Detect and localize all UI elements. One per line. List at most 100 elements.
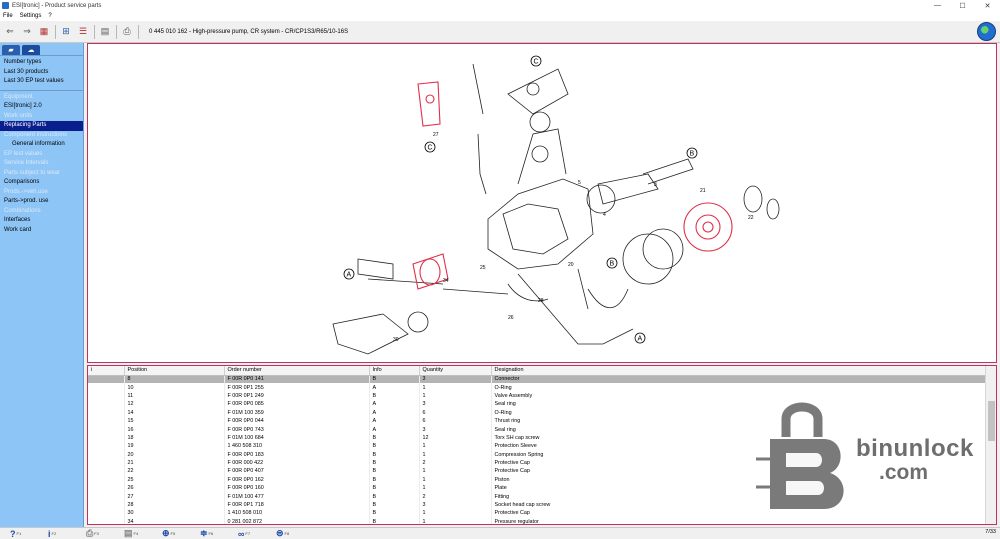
order-number-cell: F 00R 0P0 141	[224, 375, 370, 384]
order-number-cell: F 01M 100 359	[224, 408, 370, 417]
position-cell: 8	[124, 375, 225, 384]
parts-search-button[interactable]: ⊜ F8	[276, 528, 304, 539]
column-header-position[interactable]: Position	[124, 366, 225, 376]
info-cell: A	[369, 400, 420, 409]
position-cell: 11	[124, 391, 225, 401]
order-number-cell: F 00R 0P0 160	[224, 484, 370, 493]
quantity-cell: 3	[419, 375, 492, 384]
watermark-logo: binunlock .com	[756, 397, 996, 517]
maximize-button[interactable]: ☐	[950, 0, 975, 11]
part-number-label: 34	[443, 278, 449, 284]
column-header-info-icon[interactable]: i	[88, 366, 125, 376]
sidebar-item-component-instructions[interactable]: Component instructions	[0, 131, 83, 141]
row-info-cell	[88, 517, 125, 524]
notes-button[interactable]: ▤ F4	[124, 528, 152, 539]
components-tab-icon[interactable]: ☁	[22, 45, 40, 55]
quantity-cell: 12	[419, 433, 492, 443]
page-counter: 7/33	[985, 529, 996, 535]
binoculars-button[interactable]: ∞ F7	[238, 529, 266, 539]
part-number-label: 27	[433, 132, 439, 138]
quantity-cell: 1	[419, 484, 492, 493]
table-row[interactable]: 10 F 00R 0P1 255 A 1 O-Ring	[88, 383, 987, 392]
table-row[interactable]: 8F 00R 0P0 141 B 3 Connector	[88, 375, 987, 384]
row-info-cell	[88, 408, 125, 417]
list-view-icon[interactable]: ☰	[76, 25, 90, 39]
position-cell: 28	[124, 500, 225, 510]
order-number-cell: F 00R 0P1 249	[224, 391, 370, 401]
order-number-cell: F 00R 0P0 407	[224, 467, 370, 476]
sidebar-item-ep-test-values[interactable]: EP test values	[0, 150, 83, 160]
vehicle-tab-icon[interactable]: ▰	[2, 45, 20, 55]
forward-arrow-icon[interactable]: ⇒	[20, 25, 34, 39]
back-arrow-icon[interactable]: ⇐	[3, 25, 17, 39]
toolbar-separator	[138, 24, 139, 39]
callout-c-left: C	[428, 145, 433, 152]
globe-icon[interactable]	[977, 22, 996, 41]
order-number-cell: 1 410 508 010	[224, 509, 370, 518]
info-cell: B	[369, 509, 420, 518]
sidebar-item-comparisons[interactable]: Comparisons	[0, 178, 83, 188]
print-key-button[interactable]: ⎙ F3	[86, 528, 114, 539]
quantity-cell: 6	[419, 416, 492, 426]
order-number-cell: F 01M 100 477	[224, 492, 370, 501]
sidebar-item-prods-veh-use[interactable]: Prods.->veh.use	[0, 188, 83, 198]
menu-bar: File Settings ?	[0, 11, 1000, 21]
column-header-order-number[interactable]: Order number	[224, 366, 370, 376]
part-number-label: 5	[578, 180, 581, 186]
position-cell: 25	[124, 475, 225, 485]
quantity-cell: 1	[419, 442, 492, 451]
sidebar-item-general-information[interactable]: General information	[0, 140, 83, 150]
minimize-button[interactable]: —	[925, 0, 950, 11]
menu-file[interactable]: File	[3, 13, 13, 19]
sidebar-item-number-types[interactable]: Number types	[0, 58, 83, 68]
sidebar-item-work-card[interactable]: Work card	[0, 226, 83, 236]
sidebar-group: Number types Last 30 products Last 30 EP t…	[0, 55, 83, 90]
designation-cell: O-Ring	[491, 383, 987, 392]
column-header-quantity[interactable]: Quantity	[419, 366, 492, 376]
search-button[interactable]: ⊕ F5	[162, 528, 190, 539]
sidebar-item-service-intervals[interactable]: Service Intervals	[0, 159, 83, 169]
menu-settings[interactable]: Settings	[20, 13, 42, 19]
filter-icon[interactable]: ⊞	[59, 25, 73, 39]
part-number-label: 21	[700, 188, 706, 194]
order-number-cell: F 00R 0P0 085	[224, 400, 370, 409]
sidebar-item-last-30-ep-test-values[interactable]: Last 30 EP test values	[0, 77, 83, 87]
info-cell: A	[369, 416, 420, 426]
help-icon: ?	[10, 528, 16, 539]
close-button[interactable]: ✕	[975, 0, 1000, 11]
product-caption: 0 445 010 162 - High-pressure pump, CR s…	[149, 28, 349, 35]
row-info-cell	[88, 425, 125, 434]
sidebar-item-interfaces[interactable]: Interfaces	[0, 216, 83, 226]
row-info-cell	[88, 509, 125, 518]
sidebar-item-esi-tronic-2-0[interactable]: ESI[tronic] 2.0	[0, 102, 83, 112]
order-number-cell: 1 460 508 310	[224, 442, 370, 451]
sidebar-panel: Number types Last 30 products Last 30 EP t…	[0, 55, 83, 238]
sidebar-item-parts-subject-to-wear[interactable]: Parts subject to wear	[0, 169, 83, 179]
quantity-cell: 1	[419, 383, 492, 392]
print-icon[interactable]: ⎙	[120, 25, 134, 39]
sidebar-item-equipment[interactable]: Equipment	[0, 93, 83, 103]
document-icon[interactable]: ▤	[98, 25, 112, 39]
menu-help[interactable]: ?	[48, 13, 51, 19]
column-header-info[interactable]: Info	[369, 366, 420, 376]
row-info-cell	[88, 475, 125, 485]
compare-button[interactable]: ≑ F6	[200, 528, 228, 539]
column-header-designation[interactable]: Designation	[491, 366, 987, 376]
info-button[interactable]: i F2	[48, 529, 76, 539]
order-number-cell: F 01M 100 684	[224, 433, 370, 443]
quantity-cell: 1	[419, 517, 492, 524]
sidebar-item-parts-prod-use[interactable]: Parts->prod. use	[0, 197, 83, 207]
help-button[interactable]: ? F1	[10, 529, 38, 539]
sidebar: ▰ ☁ Number types Last 30 products Last 30 …	[0, 43, 84, 527]
designation-cell: Pressure regulator	[491, 517, 987, 524]
sidebar-item-last-30-products[interactable]: Last 30 products	[0, 68, 83, 78]
sidebar-item-combinations[interactable]: Combinations	[0, 207, 83, 217]
row-info-cell	[88, 484, 125, 493]
table-row[interactable]: 34 0 281 002 872 B 1 Pressure regulator	[88, 517, 987, 524]
position-cell: 15	[124, 416, 225, 426]
quantity-cell: 1	[419, 467, 492, 476]
sidebar-item-replacing-parts[interactable]: Replacing Parts	[0, 121, 83, 131]
sidebar-item-work-units[interactable]: Work units	[0, 112, 83, 122]
part-number-label: 25	[480, 265, 486, 271]
parts-list-icon[interactable]: ▦	[37, 25, 51, 39]
